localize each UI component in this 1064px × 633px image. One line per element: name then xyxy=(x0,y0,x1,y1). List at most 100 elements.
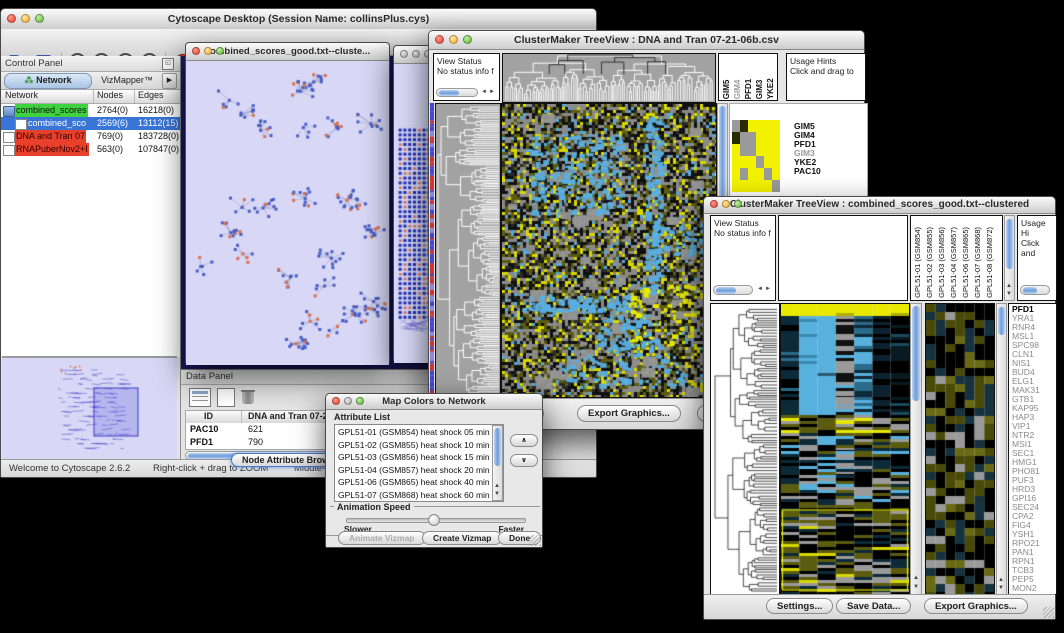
view-status-hscrollbar[interactable] xyxy=(436,88,478,97)
scroll-up-icon[interactable]: ▲ xyxy=(494,483,500,490)
tabs-overflow-arrow-icon[interactable]: ▶ xyxy=(162,73,177,89)
close-button[interactable] xyxy=(192,47,200,55)
attribute-item[interactable]: GPL51-07 (GSM868) heat shock 60 min xyxy=(338,489,490,502)
view-status-hscrollbar[interactable] xyxy=(713,285,753,295)
minimize-button[interactable] xyxy=(412,50,420,58)
column-label[interactable]: YKE2 xyxy=(766,74,776,99)
zoom-button[interactable] xyxy=(463,35,472,44)
column-label-vscrollbar[interactable]: ▲ ▼ xyxy=(1004,215,1015,301)
close-button[interactable] xyxy=(7,14,16,23)
minimize-button[interactable] xyxy=(449,35,458,44)
export-graphics-button[interactable]: Export Graphics... xyxy=(924,598,1028,614)
minimize-button[interactable] xyxy=(204,47,212,55)
select-attributes-icon[interactable] xyxy=(189,388,211,407)
attribute-item[interactable]: GPL51-06 (GSM865) heat shock 40 min xyxy=(338,476,490,489)
move-down-button[interactable]: ∨ xyxy=(510,454,538,467)
scroll-right-icon[interactable]: ► xyxy=(489,89,495,96)
attribute-item[interactable]: GPL51-03 (GSM856) heat shock 15 min xyxy=(338,451,490,464)
float-panel-icon[interactable]: ◱ xyxy=(162,58,174,70)
row-dendrogram[interactable] xyxy=(710,303,780,597)
matrix-cell xyxy=(756,156,764,168)
column-label[interactable]: PFD1 xyxy=(744,74,754,99)
column-label[interactable]: GPL51-02 (GSM855) xyxy=(925,227,935,298)
new-attribute-icon[interactable] xyxy=(217,388,235,407)
scroll-left-icon[interactable]: ◄ xyxy=(757,286,763,293)
slider-thumb[interactable] xyxy=(428,514,440,526)
column-label[interactable]: GIM4 xyxy=(733,74,743,99)
column-label[interactable]: PAC10 xyxy=(777,74,778,99)
network-row[interactable]: RNAPuberNov2+I563(0)107847(0) xyxy=(1,143,180,156)
global-matrix[interactable] xyxy=(732,120,780,192)
minimize-button[interactable] xyxy=(344,397,352,405)
create-vizmap-button[interactable]: Create Vizmap xyxy=(422,531,502,545)
zoom-button[interactable] xyxy=(734,200,742,208)
row-label[interactable]: PAC10 xyxy=(794,167,821,176)
network-row[interactable]: DNA and Tran 07769(0)183728(0) xyxy=(1,130,180,143)
matrix-cell xyxy=(740,156,748,168)
settings-button[interactable]: Settings... xyxy=(766,598,833,614)
column-label[interactable]: GPL51-04 (GSM857) xyxy=(949,227,959,298)
export-graphics-button[interactable]: Export Graphics... xyxy=(577,405,681,422)
network-overview-birdseye[interactable] xyxy=(2,356,177,462)
network-view-canvas[interactable] xyxy=(186,61,389,365)
scroll-down-icon[interactable]: ▼ xyxy=(494,491,500,498)
heatmap-vscrollbar[interactable]: ▲ ▼ xyxy=(910,303,922,595)
gene-label[interactable]: MON2 xyxy=(1012,584,1040,593)
column-label[interactable]: GPL51-07 (GSM868) xyxy=(973,227,983,298)
treeview1-title: ClusterMaker TreeView : DNA and Tran 07-… xyxy=(514,34,779,46)
attribute-item[interactable]: GPL51-02 (GSM855) heat shock 10 min xyxy=(338,439,490,452)
tab-vizmapper[interactable]: VizMapper™ xyxy=(93,73,161,87)
column-label[interactable]: GPL51-06 (GSM865) xyxy=(961,227,971,298)
column-label[interactable]: GPL51-03 (GSM856) xyxy=(937,227,947,298)
attribute-list-vscrollbar[interactable]: ▲ ▼ xyxy=(492,425,503,501)
row-dendrogram[interactable] xyxy=(435,103,501,398)
animate-vizmap-button[interactable]: Animate Vizmap xyxy=(338,531,426,545)
matrix-cell xyxy=(764,132,772,144)
heatmap-canvas[interactable] xyxy=(780,303,910,597)
save-data-button[interactable]: Save Data... xyxy=(836,598,911,614)
scroll-up-icon[interactable]: ▲ xyxy=(913,575,919,582)
scroll-down-icon[interactable]: ▼ xyxy=(998,585,1004,592)
gene-list-vscrollbar[interactable]: ▲ ▼ xyxy=(996,303,1007,595)
network-row[interactable]: combined_scores2764(0)16218(0) xyxy=(1,104,180,117)
column-label[interactable]: GIM5 xyxy=(722,74,732,99)
scroll-up-icon[interactable]: ▲ xyxy=(998,577,1004,584)
zoom-button[interactable] xyxy=(35,14,44,23)
tab-network[interactable]: ⁂ Network xyxy=(4,73,92,89)
matrix-cell xyxy=(732,120,740,132)
column-label[interactable]: GPL51-08 (GSM872) xyxy=(985,227,995,298)
matrix-cell xyxy=(764,168,772,180)
scroll-left-icon[interactable]: ◄ xyxy=(481,89,487,96)
scroll-down-icon[interactable]: ▼ xyxy=(1006,291,1012,298)
global-heatmap-canvas[interactable] xyxy=(925,303,995,597)
view-status-panel: View Status No status info f ◄ ► xyxy=(710,215,776,301)
matrix-cell xyxy=(756,180,764,192)
attribute-item[interactable]: GPL51-01 (GSM854) heat shock 05 min xyxy=(338,426,490,439)
network-name: combined_sco xyxy=(27,117,87,130)
column-dendrogram-area[interactable] xyxy=(778,215,908,301)
delete-attribute-trash-icon[interactable] xyxy=(241,388,255,405)
close-button[interactable] xyxy=(332,397,340,405)
scroll-down-icon[interactable]: ▼ xyxy=(913,584,919,591)
column-label[interactable]: GIM3 xyxy=(755,74,765,99)
minimize-button[interactable] xyxy=(722,200,730,208)
network-row[interactable]: combined_sco2569(6)13112(15) xyxy=(1,117,180,130)
usage-hints-hscrollbar[interactable] xyxy=(1020,285,1050,295)
move-up-button[interactable]: ∧ xyxy=(510,434,538,447)
column-label[interactable]: GPL51-01 (GSM854) xyxy=(913,227,923,298)
attribute-item[interactable]: GPL51-04 (GSM857) heat shock 20 min xyxy=(338,464,490,477)
main-title-bar[interactable]: Cytoscape Desktop (Session Name: collins… xyxy=(1,9,596,30)
heatmap-canvas[interactable] xyxy=(501,103,717,398)
close-button[interactable] xyxy=(435,35,444,44)
animation-speed-slider[interactable] xyxy=(346,514,524,524)
minimize-button[interactable] xyxy=(21,14,30,23)
matrix-cell xyxy=(740,168,748,180)
close-button[interactable] xyxy=(400,50,408,58)
column-dendrogram[interactable] xyxy=(502,53,716,103)
zoom-button[interactable] xyxy=(216,47,224,55)
close-button[interactable] xyxy=(710,200,718,208)
usage-hints-panel: Usage Hi Click and xyxy=(1017,215,1057,301)
scroll-right-icon[interactable]: ► xyxy=(765,286,771,293)
zoom-button[interactable] xyxy=(356,397,364,405)
scroll-up-icon[interactable]: ▲ xyxy=(1006,283,1012,290)
